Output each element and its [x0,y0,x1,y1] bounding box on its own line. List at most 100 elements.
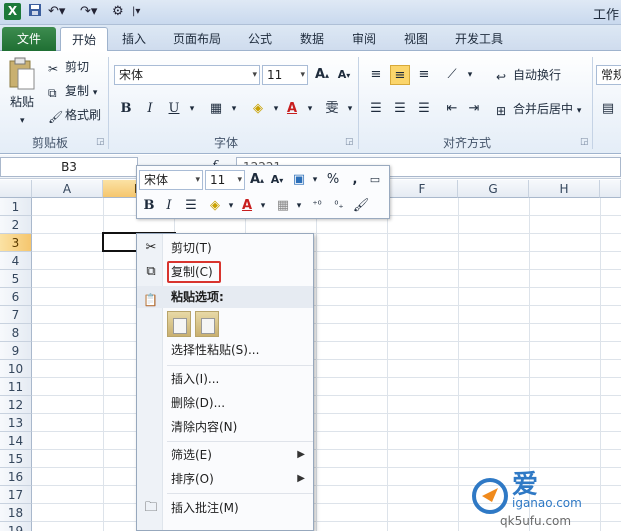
row-header-13[interactable]: 13 [0,414,32,432]
mini-font-color-dropdown-icon[interactable]: ▾ [253,196,273,216]
border-dropdown-icon[interactable]: ▾ [224,99,244,119]
row-header-4[interactable]: 4 [0,252,32,270]
menu-item-filter[interactable]: 筛选(E) ▶ [137,443,313,467]
menu-item-copy[interactable]: ⧉ 复制(C) [137,260,313,284]
qat-dropdown-icon[interactable]: |▾ [132,3,140,21]
row-header-7[interactable]: 7 [0,306,32,324]
underline-button[interactable]: U [164,99,184,119]
tab-view[interactable]: 视图 [394,27,438,51]
clipboard-launcher-icon[interactable]: ◲ [96,134,105,150]
row-header-9[interactable]: 9 [0,342,32,360]
redo-icon[interactable]: ↷▾ [80,3,97,21]
paste-dropdown-icon[interactable]: ▾ [20,113,25,129]
italic-button[interactable]: I [140,99,160,119]
mini-center-icon[interactable]: ☰ [181,196,201,216]
font-size-combo[interactable]: 11 ▾ [262,65,308,85]
undo-icon[interactable]: ↶▾ [48,3,65,21]
row-header-11[interactable]: 11 [0,378,32,396]
mini-italic-button[interactable]: I [159,196,179,216]
menu-item-insert[interactable]: 插入(I)... [137,367,313,391]
shrink-font-icon[interactable]: A▾ [334,65,354,85]
column-header-a[interactable]: A [32,180,103,198]
column-header-h[interactable]: H [529,180,600,198]
mini-increase-decimal-icon[interactable]: ⁺⁰ [307,196,327,216]
bold-button[interactable]: B [116,99,136,119]
number-format-combo[interactable]: 常规 [596,65,621,85]
column-header-g[interactable]: G [458,180,529,198]
copy-button[interactable]: ⧉ 复制 ▾ [48,83,97,101]
paste-button[interactable]: 粘贴 [10,94,34,110]
merge-center-button[interactable]: ⊞ 合并后居中 ▾ [496,101,581,119]
row-header-5[interactable]: 5 [0,270,32,288]
column-header-more[interactable] [600,180,621,198]
tab-file[interactable]: 文件 [2,27,56,51]
row-header-15[interactable]: 15 [0,450,32,468]
name-box[interactable]: B3 [0,157,138,177]
row-header-1[interactable]: 1 [0,198,32,216]
menu-item-clear-contents[interactable]: 清除内容(N) [137,415,313,439]
tab-insert[interactable]: 插入 [112,27,156,51]
paste-option-values-icon[interactable] [195,311,219,337]
row-header-12[interactable]: 12 [0,396,32,414]
select-all-corner[interactable] [0,180,32,198]
row-header-16[interactable]: 16 [0,468,32,486]
wrap-text-button[interactable]: ↩ 自动换行 [496,67,561,84]
mini-format-icon[interactable]: ▭ [365,170,385,190]
align-top-icon[interactable]: ≡ [366,65,386,85]
font-color-icon[interactable]: A [282,99,302,119]
menu-item-cut[interactable]: ✂ 剪切(T) [137,236,313,260]
paste-icon[interactable] [8,57,36,95]
phonetic-icon[interactable]: 雯 [322,99,342,119]
align-middle-icon[interactable]: ≡ [390,65,410,85]
mini-comma-button[interactable]: , [345,170,365,190]
format-painter-button[interactable]: 🖌 格式刷 [48,107,101,124]
tab-home[interactable]: 开始 [60,27,108,51]
currency-icon[interactable]: ▤ [598,99,618,119]
row-header-8[interactable]: 8 [0,324,32,342]
row-header-2[interactable]: 2 [0,216,32,234]
tab-review[interactable]: 审阅 [342,27,386,51]
alignment-launcher-icon[interactable]: ◲ [580,134,589,150]
decrease-indent-icon[interactable]: ⇤ [442,99,462,119]
customize-qat-icon[interactable]: ⚙ [112,3,124,21]
border-icon[interactable]: ▦ [206,99,226,119]
mini-bold-button[interactable]: B [139,196,159,216]
save-icon[interactable] [28,3,42,21]
row-header-18[interactable]: 18 [0,504,32,522]
align-center-icon[interactable]: ☰ [390,99,410,119]
row-header-6[interactable]: 6 [0,288,32,306]
column-header-f[interactable]: F [387,180,458,198]
tab-developer[interactable]: 开发工具 [446,27,512,51]
align-right-icon[interactable]: ☰ [414,99,434,119]
merge-dropdown-icon[interactable]: ▾ [577,106,582,116]
menu-item-paste-special[interactable]: 选择性粘贴(S)... [137,338,313,362]
mini-border-dropdown-icon[interactable]: ▾ [289,196,309,216]
menu-item-sort[interactable]: 排序(O) ▶ [137,467,313,491]
copy-dropdown-icon[interactable]: ▾ [93,88,98,98]
row-header-19[interactable]: 19 [0,522,32,531]
mini-grow-font-icon[interactable]: A▴ [247,170,267,190]
menu-item-insert-comment[interactable]: 🗀 插入批注(M) [137,496,313,520]
fill-color-icon[interactable]: ◈ [248,99,268,119]
increase-indent-icon[interactable]: ⇥ [464,99,484,119]
menu-item-delete[interactable]: 删除(D)... [137,391,313,415]
grow-font-icon[interactable]: A▴ [312,65,332,85]
mini-font-size-combo[interactable]: 11 ▾ [205,170,245,190]
tab-formulas[interactable]: 公式 [238,27,282,51]
font-color-dropdown-icon[interactable]: ▾ [300,99,320,119]
row-header-14[interactable]: 14 [0,432,32,450]
cut-button[interactable]: ✂ 剪切 [48,59,89,76]
mini-format-painter-icon[interactable]: 🖌 [351,196,371,216]
row-header-10[interactable]: 10 [0,360,32,378]
align-left-icon[interactable]: ☰ [366,99,386,119]
font-name-combo[interactable]: 宋体 ▾ [114,65,260,85]
mini-font-name-combo[interactable]: 宋体 ▾ [139,170,203,190]
font-launcher-icon[interactable]: ◲ [345,134,354,150]
mini-percent-button[interactable]: % [323,170,343,190]
orientation-icon[interactable]: ⟋ [442,65,462,85]
paste-option-keep-format-icon[interactable] [167,311,191,337]
orientation-dropdown-icon[interactable]: ▾ [460,65,480,85]
mini-accounting-dropdown-icon[interactable]: ▾ [305,170,325,190]
phonetic-dropdown-icon[interactable]: ▾ [340,99,360,119]
row-header-3[interactable]: 3 [0,234,32,252]
